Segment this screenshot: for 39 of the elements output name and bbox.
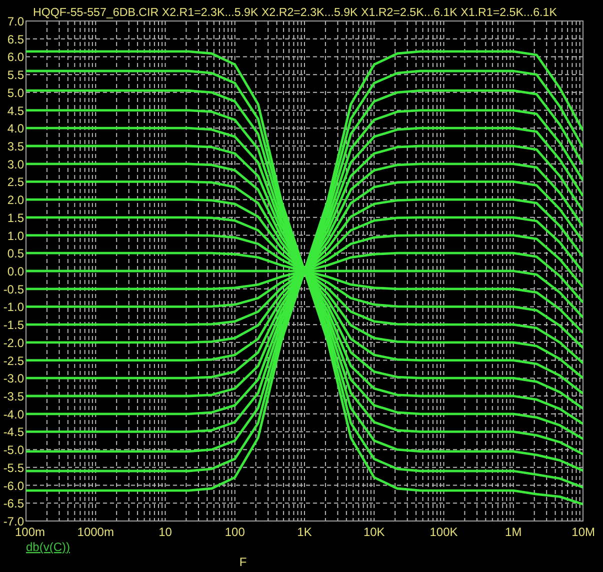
y-tick-label: 1.0 bbox=[7, 228, 24, 243]
x-tick-label: 1000m bbox=[77, 525, 114, 539]
chart-title: HQQF-55-557_6DB.CIR X2.R1=2.3K...5.9K X2.R2=2.3K...5.9K X1.R2=2.5K...6.1K X1.R1=2.5K...6.1K bbox=[33, 6, 557, 19]
x-tick-label: 10M bbox=[572, 525, 595, 539]
y-tick-label: 4.0 bbox=[7, 122, 24, 136]
y-tick-label: -3.0 bbox=[3, 372, 24, 386]
y-tick-label: 5.5 bbox=[7, 68, 24, 82]
y-tick-label: 6.0 bbox=[7, 50, 24, 64]
y-tick-label: 3.0 bbox=[7, 157, 24, 172]
y-tick-label: -0.5 bbox=[3, 282, 24, 296]
y-tick-label: -4.0 bbox=[3, 407, 24, 422]
axis-label: F bbox=[239, 555, 247, 569]
y-tick-label: 0.5 bbox=[7, 246, 24, 261]
x-tick-label: 10 bbox=[158, 525, 172, 539]
y-tick-label: 2.0 bbox=[7, 193, 24, 208]
y-tick-label: -1.5 bbox=[3, 318, 24, 332]
x-tick-label: 1M bbox=[505, 525, 522, 539]
y-tick-label: 3.5 bbox=[7, 140, 24, 154]
y-tick-label: -6.5 bbox=[3, 496, 24, 511]
y-tick-label: 7.0 bbox=[7, 14, 24, 28]
y-tick-label: -2.0 bbox=[3, 336, 24, 350]
x-tick-label: 100 bbox=[224, 525, 245, 539]
y-tick-label: 4.5 bbox=[7, 104, 24, 118]
y-tick-label: -2.5 bbox=[3, 354, 24, 368]
y-tick-label: -5.0 bbox=[3, 443, 24, 458]
y-tick-label: -1.0 bbox=[3, 300, 24, 314]
y-tick-label: -3.5 bbox=[3, 390, 24, 404]
y-tick-label: -5.5 bbox=[3, 460, 24, 475]
y-tick-label: 6.5 bbox=[7, 32, 24, 46]
y-tick-label: 5.0 bbox=[7, 86, 24, 100]
y-tick-label: -4.5 bbox=[3, 425, 24, 440]
trace-label[interactable]: db(v(C)) bbox=[26, 540, 70, 554]
y-tick-label: 2.5 bbox=[7, 175, 24, 190]
x-tick-label: 10K bbox=[363, 525, 385, 539]
y-tick-label: 0.0 bbox=[7, 264, 24, 278]
y-tick-label: 1.5 bbox=[7, 210, 24, 225]
y-tick-label: -6.0 bbox=[3, 478, 24, 493]
x-tick-label: 100K bbox=[430, 525, 458, 539]
x-tick-label: 1K bbox=[297, 525, 312, 539]
